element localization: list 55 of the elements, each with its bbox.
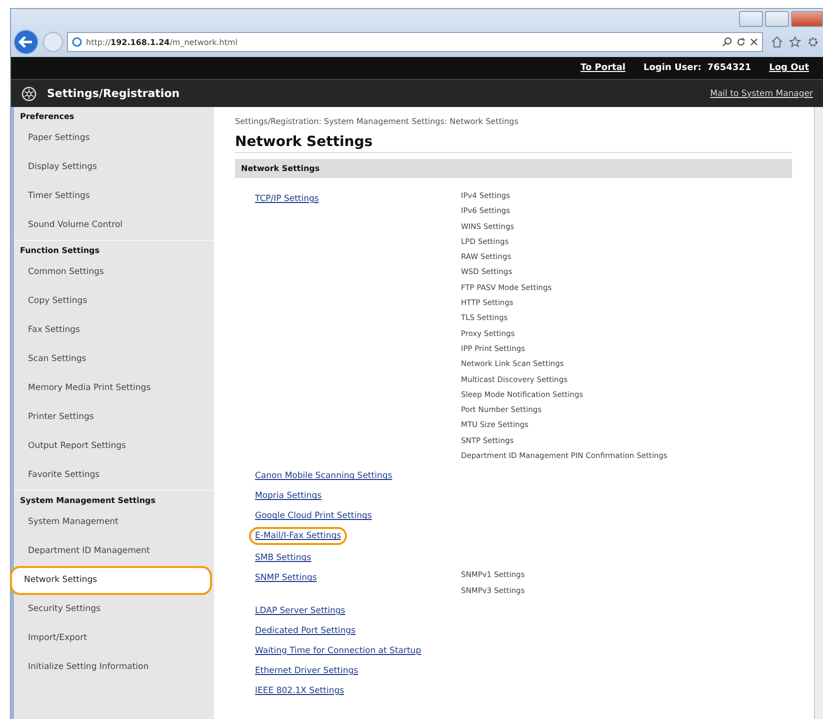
star-icon[interactable] xyxy=(789,36,801,48)
logout-link[interactable]: Log Out xyxy=(769,63,809,73)
sidebar-item[interactable]: Output Report Settings xyxy=(14,432,212,461)
sidebar-heading: System Management Settings xyxy=(14,490,214,508)
sidebar-item[interactable]: Paper Settings xyxy=(14,124,212,153)
settings-link[interactable]: SMB Settings xyxy=(255,552,312,564)
settings-link[interactable]: SNMP Settings xyxy=(255,572,317,584)
section-header: Network Settings xyxy=(235,159,792,178)
settings-link[interactable]: LDAP Server Settings xyxy=(255,604,346,617)
refresh-icon[interactable] xyxy=(736,37,746,47)
search-icon[interactable] xyxy=(722,37,732,47)
page-title: Network Settings xyxy=(235,134,792,153)
page-header-title: Settings/Registration xyxy=(47,87,181,100)
url-text: http://192.168.1.24/m_network.html xyxy=(86,38,238,46)
sidebar-item[interactable]: Security Settings xyxy=(14,595,212,624)
sidebar-item[interactable]: System Management xyxy=(14,508,212,537)
settings-link[interactable]: Dedicated Port Settings xyxy=(255,624,356,637)
mail-link[interactable]: Mail to System Manager xyxy=(710,88,813,98)
settings-link[interactable]: Mopria Settings xyxy=(255,490,322,502)
sidebar-item[interactable]: Common Settings xyxy=(14,258,212,287)
login-label: Login User: xyxy=(644,63,702,73)
settings-link[interactable]: Google Cloud Print Settings xyxy=(255,510,372,522)
back-button[interactable] xyxy=(13,29,39,55)
login-user: 7654321 xyxy=(707,63,752,73)
sidebar-item[interactable]: Network Settings xyxy=(10,566,212,595)
gear-icon xyxy=(21,86,37,102)
address-bar[interactable]: http://192.168.1.24/m_network.html xyxy=(67,32,763,52)
sidebar-item[interactable]: Import/Export xyxy=(14,624,212,653)
settings-link[interactable]: E-Mail/I-Fax Settings xyxy=(249,527,348,546)
close-icon[interactable] xyxy=(750,38,758,46)
sidebar-item[interactable]: Fax Settings xyxy=(14,316,212,345)
sidebar-item[interactable]: Initialize Setting Information xyxy=(14,653,212,682)
sidebar-item[interactable]: Scan Settings xyxy=(14,345,212,374)
settings-link[interactable]: Waiting Time for Connection at Startup xyxy=(255,644,422,657)
settings-link[interactable]: IEEE 802.1X Settings xyxy=(255,684,344,697)
breadcrumb: Settings/Registration: System Management Settings: Network Settings xyxy=(235,117,520,126)
settings-link[interactable]: Ethernet Driver Settings xyxy=(255,664,358,677)
sidebar-item[interactable]: Favorite Settings xyxy=(14,461,212,490)
sidebar-item[interactable]: Display Settings xyxy=(14,153,212,182)
minimize-button[interactable] xyxy=(739,11,763,27)
sidebar-item[interactable]: Memory Media Print Settings xyxy=(14,374,212,403)
sidebar-item[interactable]: Department ID Management xyxy=(14,537,212,566)
sidebar-item[interactable]: Sound Volume Control xyxy=(14,211,212,240)
home-icon[interactable] xyxy=(771,36,783,48)
settings-link[interactable]: TCP/IP Settings xyxy=(255,193,319,205)
sidebar-heading: Function Settings xyxy=(14,240,214,258)
sidebar-item[interactable]: Printer Settings xyxy=(14,403,212,432)
sidebar-item[interactable]: Copy Settings xyxy=(14,287,212,316)
maximize-button[interactable] xyxy=(765,11,789,27)
settings-link[interactable]: Canon Mobile Scanning Settings xyxy=(255,470,392,482)
portal-link[interactable]: To Portal xyxy=(580,63,626,73)
scrollbar[interactable] xyxy=(814,107,823,719)
close-button[interactable] xyxy=(791,11,823,27)
sidebar-heading: Preferences xyxy=(19,111,76,123)
sidebar-item[interactable]: Timer Settings xyxy=(14,182,212,211)
